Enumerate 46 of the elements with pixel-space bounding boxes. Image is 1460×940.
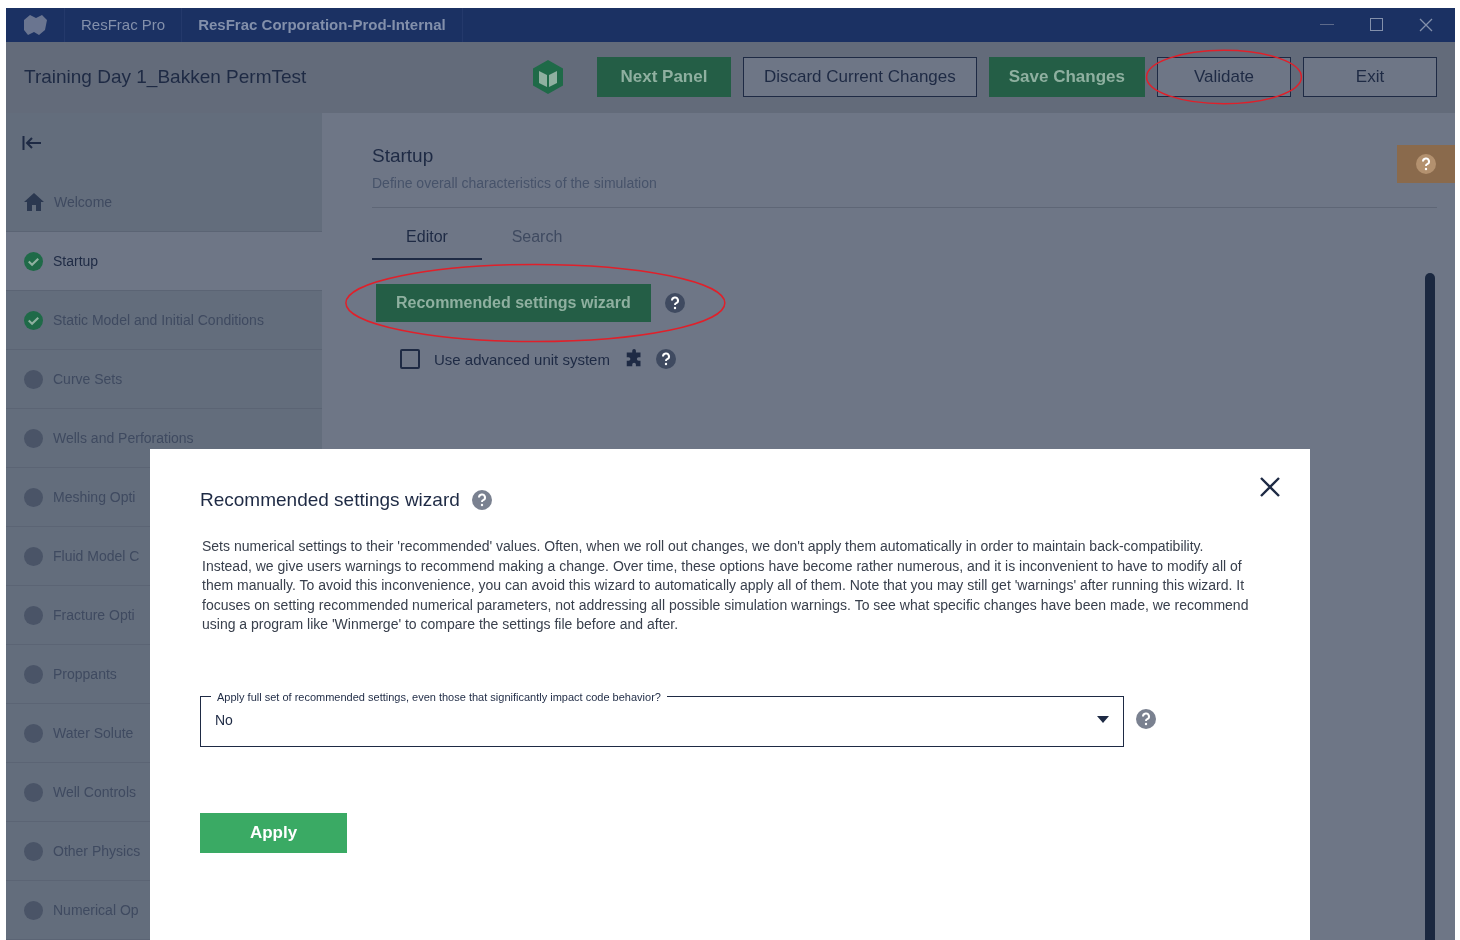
status-dot-icon — [24, 487, 43, 507]
help-icon[interactable] — [1416, 154, 1436, 174]
minimize-icon[interactable] — [1320, 23, 1334, 26]
tab[interactable]: Editor — [372, 220, 482, 260]
checkbox[interactable] — [400, 349, 420, 369]
status-dot-icon — [24, 841, 43, 861]
close-icon[interactable] — [1419, 17, 1433, 32]
help-icon[interactable] — [1136, 708, 1156, 729]
status-dot-icon — [24, 546, 43, 566]
help-icon[interactable] — [655, 349, 676, 369]
collapse-sidebar-icon[interactable] — [22, 135, 42, 151]
close-icon — [1260, 477, 1280, 497]
status-dot-icon — [24, 369, 43, 389]
header-button[interactable]: Discard Current Changes — [742, 57, 977, 98]
scrollbar[interactable] — [1425, 273, 1435, 940]
select-field[interactable]: Apply full set of recommended settings, even those that significantly impact code behavior? No — [200, 690, 1124, 747]
apply-button[interactable]: Apply — [200, 812, 347, 853]
window-title: ResFrac Corporation-Prod-Internal — [182, 8, 463, 42]
home-icon — [24, 193, 44, 211]
status-dot-icon — [24, 723, 43, 743]
check-circle-icon — [24, 310, 43, 330]
dialog-title: Recommended settings wizard — [200, 489, 460, 511]
help-tab-button[interactable] — [1397, 145, 1455, 183]
check-circle-icon — [24, 251, 43, 271]
dialog-description: Sets numerical settings to their 'recommended' values. Often, when we roll out changes, we don't apply them automatically in order to maintain back-compatibility. Instead, we give users warnings to recommend making a change. Over time, these options have become rather numerous, and it is inconvenient to have to modify all of them manually. To avoid this inconvenience, you can avoid this wizard to automatically apply all of them. Note that you may still get 'warnings' after running this wizard. It focuses on setting recommended numerical parameters, not addressing all possible simulation warnings. To see what specific changes have been made, we recommend using a program like 'Winmerge' to compare the settings file before and after. — [202, 537, 1250, 634]
status-dot-icon — [24, 664, 43, 684]
sidebar-item[interactable]: Startup — [6, 232, 322, 291]
header-button[interactable]: Validate — [1157, 57, 1291, 98]
status-dot-icon — [24, 605, 43, 625]
help-icon[interactable] — [664, 293, 685, 313]
header-button[interactable]: Save Changes — [988, 57, 1145, 98]
status-dot-icon — [24, 428, 43, 448]
app-name: ResFrac Pro — [65, 8, 183, 42]
status-dot-icon — [24, 900, 43, 920]
help-icon[interactable] — [471, 490, 492, 510]
header-button[interactable]: Exit — [1303, 57, 1437, 98]
maximize-icon[interactable] — [1370, 18, 1383, 32]
checkbox-label: Use advanced unit system — [434, 350, 610, 368]
wizard-button[interactable]: Recommended settings wizard — [376, 284, 651, 322]
caret-icon — [1097, 716, 1109, 723]
logo-icon — [22, 13, 48, 36]
header-button[interactable]: Next Panel — [596, 57, 731, 98]
page-title: Startup — [372, 145, 434, 167]
status-dot-icon — [24, 782, 43, 802]
project-title: Training Day 1_Bakken PermTest — [24, 66, 307, 89]
cube-icon[interactable] — [530, 59, 565, 96]
